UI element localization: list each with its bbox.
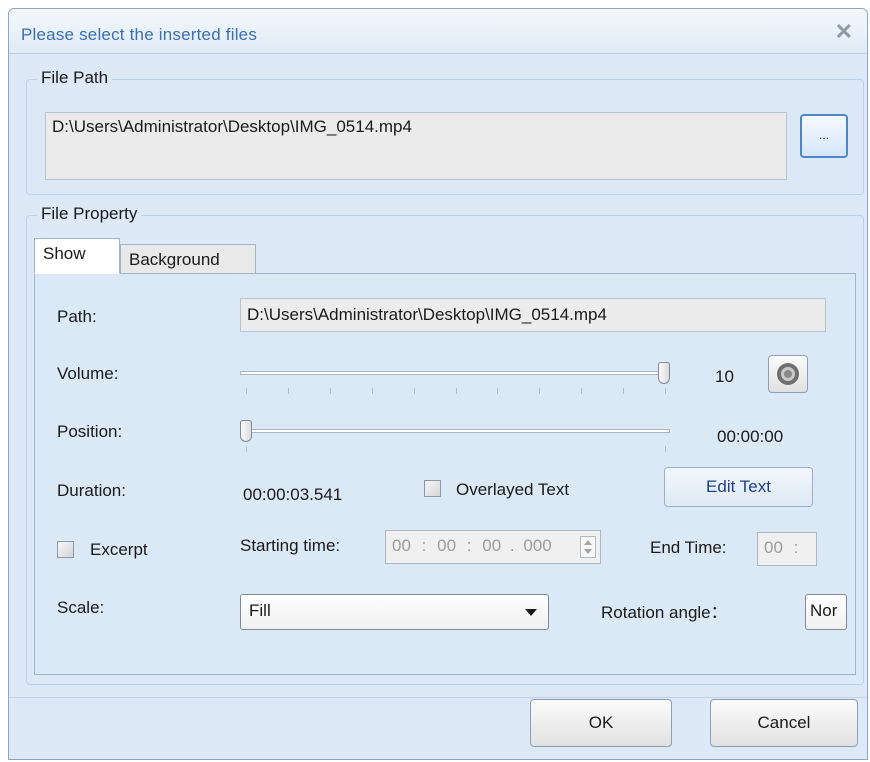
start-sep-3: . bbox=[509, 536, 515, 555]
start-hh[interactable]: 00 bbox=[392, 536, 411, 555]
duration-value: 00:00:03.541 bbox=[243, 485, 343, 504]
tab-show-label: Show bbox=[43, 244, 86, 263]
file-path-field[interactable]: D:\Users\Administrator\Desktop\IMG_0514.… bbox=[45, 112, 787, 180]
volume-tick bbox=[246, 388, 247, 394]
edit-text-button[interactable]: Edit Text bbox=[664, 467, 813, 507]
volume-value: 10 bbox=[715, 367, 734, 386]
position-label: Position: bbox=[57, 422, 123, 441]
duration-label: Duration: bbox=[57, 481, 126, 500]
file-path-group: File Path D:\Users\Administrator\Desktop… bbox=[26, 68, 864, 195]
tab-background-label: Background bbox=[129, 250, 220, 269]
browse-button[interactable]: ... bbox=[800, 114, 848, 158]
volume-tick bbox=[665, 388, 666, 394]
position-slider-thumb[interactable] bbox=[240, 420, 252, 442]
volume-tick bbox=[581, 388, 583, 394]
start-ss[interactable]: 00 bbox=[482, 536, 501, 555]
title-bar: Please select the inserted files ✕ bbox=[9, 9, 867, 54]
start-sep-1: : bbox=[421, 536, 427, 555]
volume-tick bbox=[455, 388, 457, 394]
cancel-button-label: Cancel bbox=[757, 713, 811, 732]
volume-tick bbox=[497, 388, 499, 394]
path-value: D:\Users\Administrator\Desktop\IMG_0514.… bbox=[247, 305, 607, 324]
position-slider-track[interactable] bbox=[240, 429, 670, 433]
speaker-icon bbox=[777, 363, 799, 385]
rotation-angle-value: Nor bbox=[810, 601, 838, 620]
excerpt-checkbox[interactable] bbox=[57, 541, 74, 558]
chevron-down-icon bbox=[525, 609, 537, 616]
footer-separator bbox=[9, 697, 867, 698]
volume-tick bbox=[371, 388, 373, 394]
show-tab-panel: Path: D:\Users\Administrator\Desktop\IMG… bbox=[34, 273, 856, 675]
cancel-button[interactable]: Cancel bbox=[710, 699, 858, 747]
volume-slider-ticks bbox=[246, 388, 666, 396]
scale-combobox[interactable]: Fill bbox=[240, 594, 549, 630]
starting-time-label: Starting time: bbox=[240, 536, 341, 555]
browse-button-label: ... bbox=[818, 128, 829, 142]
volume-slider-thumb[interactable] bbox=[658, 362, 670, 384]
end-sep-1: : bbox=[793, 538, 799, 557]
file-path-value: D:\Users\Administrator\Desktop\IMG_0514.… bbox=[52, 117, 412, 136]
position-slider-ticks bbox=[246, 446, 666, 454]
ok-button[interactable]: OK bbox=[530, 699, 672, 747]
volume-tick bbox=[623, 388, 625, 394]
file-path-legend: File Path bbox=[37, 68, 113, 88]
volume-label: Volume: bbox=[57, 364, 119, 383]
spinner-arrows-icon bbox=[584, 540, 592, 554]
start-time-spinner[interactable] bbox=[580, 536, 596, 558]
scale-value: Fill bbox=[249, 601, 271, 620]
path-label: Path: bbox=[57, 307, 97, 326]
dialog-title: Please select the inserted files bbox=[21, 25, 258, 44]
overlayed-text-checkbox[interactable] bbox=[424, 480, 441, 497]
close-icon[interactable]: ✕ bbox=[835, 19, 853, 45]
rotation-angle-combobox[interactable]: Nor bbox=[805, 594, 847, 630]
end-time-field[interactable]: 00 : bbox=[757, 532, 817, 566]
volume-tick bbox=[287, 388, 289, 394]
scale-label: Scale: bbox=[57, 598, 105, 617]
volume-tick bbox=[539, 388, 541, 394]
tab-show[interactable]: Show bbox=[34, 238, 120, 274]
end-time-label: End Time: bbox=[650, 538, 727, 557]
tab-background[interactable]: Background bbox=[120, 244, 256, 274]
file-property-legend: File Property bbox=[37, 204, 142, 224]
volume-tick bbox=[329, 388, 331, 394]
insert-file-dialog: Please select the inserted files ✕ File … bbox=[8, 8, 868, 760]
start-sep-2: : bbox=[466, 536, 472, 555]
ok-button-label: OK bbox=[588, 713, 614, 732]
volume-tick bbox=[413, 388, 415, 394]
start-mm[interactable]: 00 bbox=[437, 536, 456, 555]
position-value: 00:00:00 bbox=[717, 427, 784, 446]
excerpt-label: Excerpt bbox=[90, 540, 148, 559]
path-field[interactable]: D:\Users\Administrator\Desktop\IMG_0514.… bbox=[240, 298, 826, 332]
speaker-button[interactable] bbox=[768, 355, 808, 393]
edit-text-label: Edit Text bbox=[706, 477, 771, 496]
overlayed-text-label: Overlayed Text bbox=[456, 480, 570, 499]
volume-slider-track[interactable] bbox=[240, 371, 670, 375]
end-hh[interactable]: 00 bbox=[764, 538, 783, 557]
file-property-group: File Property Show Background Path: D:\U… bbox=[26, 204, 864, 685]
rotation-angle-label: Rotation angle： bbox=[601, 603, 728, 622]
start-ms[interactable]: 000 bbox=[523, 536, 551, 555]
starting-time-field[interactable]: 00 : 00 : 00 . 000 bbox=[385, 530, 601, 564]
